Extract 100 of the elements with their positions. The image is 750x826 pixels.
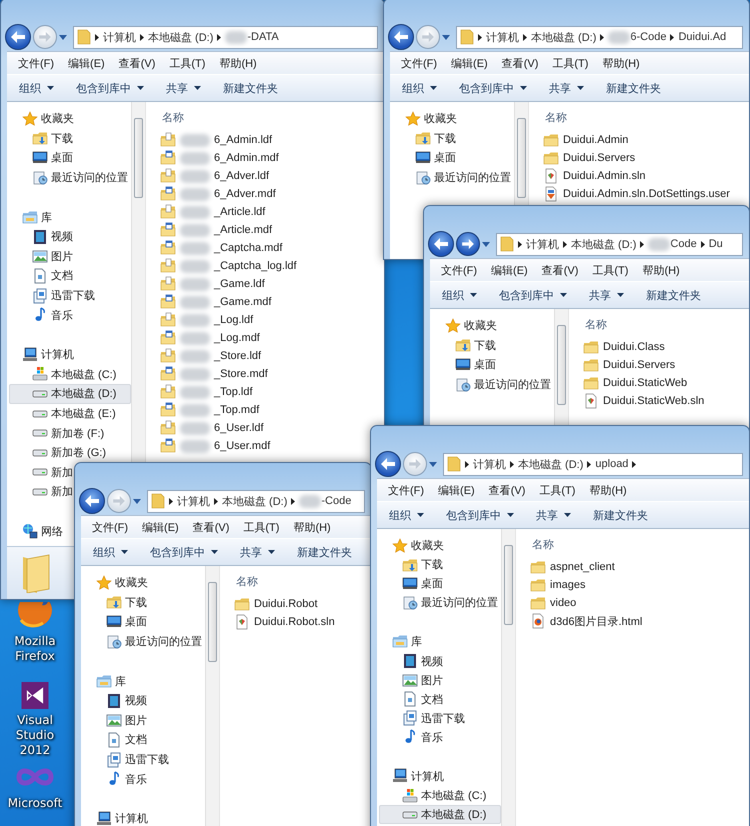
chevron-icon[interactable] xyxy=(478,34,482,40)
nav-item[interactable]: 网络 xyxy=(21,522,64,542)
toolbar-button[interactable]: 组织 xyxy=(442,288,477,302)
nav-item[interactable]: 最近访问的位置 xyxy=(401,593,499,612)
desktop-icon-label[interactable]: Mozilla Firefox xyxy=(0,634,70,664)
file-item[interactable]: _Log.mdf xyxy=(160,329,260,347)
file-item[interactable]: images xyxy=(530,576,586,594)
file-item[interactable]: 6_Adver.ldf xyxy=(160,167,270,185)
menu-item[interactable]: 编辑(E) xyxy=(484,262,535,278)
address-bar[interactable]: 计算机 本地磁盘 (D:) Code Du xyxy=(496,232,743,256)
desktop-icon-label[interactable]: Visual Studio 2012 xyxy=(0,713,70,758)
breadcrumb-item[interactable]: 6-Code xyxy=(608,30,666,44)
menu-item[interactable]: 帮助(H) xyxy=(286,520,338,534)
nav-item[interactable]: 桌面 xyxy=(414,148,457,168)
file-item[interactable]: Duidui.Admin xyxy=(543,131,628,149)
menu-item[interactable]: 工具(T) xyxy=(162,56,212,70)
back-button[interactable] xyxy=(375,451,401,477)
chevron-icon[interactable] xyxy=(563,240,567,248)
toolbar-button[interactable]: 共享 xyxy=(240,544,275,560)
chevron-icon[interactable] xyxy=(140,34,144,40)
file-item[interactable]: Duidui.StaticWeb.sln xyxy=(583,392,704,410)
toolbar-button[interactable]: 组织 xyxy=(402,80,437,96)
nav-item[interactable]: 视频 xyxy=(401,651,444,671)
file-item[interactable]: _Game.ldf xyxy=(160,275,265,293)
menu-item[interactable]: 查看(V) xyxy=(186,520,236,534)
nav-item[interactable]: 本地磁盘 (E:) xyxy=(31,404,117,424)
nav-item[interactable]: 新加卷 (G:) xyxy=(31,442,107,462)
nav-item[interactable]: 图片 xyxy=(401,670,444,690)
chevron-icon[interactable] xyxy=(214,498,218,504)
chevron-icon[interactable] xyxy=(518,240,522,248)
nav-item[interactable]: 收藏夹 xyxy=(444,316,498,336)
menu-item[interactable]: 查看(V) xyxy=(482,482,532,498)
nav-item[interactable]: 计算机 xyxy=(95,808,149,826)
chevron-icon[interactable] xyxy=(291,498,296,504)
toolbar-button[interactable]: 新建文件夹 xyxy=(593,508,648,522)
file-item[interactable]: _Top.mdf xyxy=(160,401,260,419)
scrollbar-thumb[interactable] xyxy=(504,545,513,625)
file-item[interactable]: _Article.mdf xyxy=(160,221,272,239)
nav-item[interactable]: 下载 xyxy=(454,336,497,356)
file-item[interactable]: 6_Admin.ldf xyxy=(160,131,272,149)
nav-item[interactable]: 计算机 xyxy=(21,344,75,365)
nav-item[interactable]: 计算机 xyxy=(391,766,445,786)
toolbar-button[interactable]: 新建文件夹 xyxy=(646,288,701,302)
column-header[interactable]: 名称 xyxy=(234,570,260,592)
back-button[interactable] xyxy=(79,488,105,514)
toolbar-button[interactable]: 包含到库中 xyxy=(499,288,567,302)
file-item[interactable]: aspnet_client xyxy=(530,558,615,576)
chevron-icon[interactable] xyxy=(670,34,674,40)
chevron-icon[interactable] xyxy=(600,34,604,40)
file-item[interactable]: _Game.mdf xyxy=(160,293,272,311)
menu-item[interactable]: 工具(T) xyxy=(532,482,582,498)
nav-item[interactable]: 下载 xyxy=(414,128,457,148)
menu-item[interactable]: 帮助(H) xyxy=(595,56,647,70)
menu-item[interactable]: 工具(T) xyxy=(236,520,286,534)
caret-icon[interactable] xyxy=(133,498,141,504)
file-item[interactable]: 6_Admin.mdf xyxy=(160,149,279,167)
breadcrumb-item[interactable]: upload xyxy=(595,458,628,470)
chevron-icon[interactable] xyxy=(510,460,514,468)
breadcrumb-item[interactable]: -Code xyxy=(299,494,352,508)
file-item[interactable]: _Captcha.mdf xyxy=(160,239,282,257)
back-button[interactable] xyxy=(388,24,414,50)
file-item[interactable]: Duidui.Robot.sln xyxy=(234,613,335,631)
file-item[interactable]: Duidui.Servers xyxy=(543,149,636,167)
nav-item[interactable]: 新加 xyxy=(31,462,74,482)
chevron-icon[interactable] xyxy=(587,460,592,468)
caret-icon[interactable] xyxy=(59,34,67,40)
caret-icon[interactable] xyxy=(482,242,490,246)
chevron-icon[interactable] xyxy=(523,34,527,40)
menu-item[interactable]: 工具(T) xyxy=(545,56,596,70)
file-item[interactable]: video xyxy=(530,594,576,612)
scrollbar-thumb[interactable] xyxy=(557,325,566,405)
menu-item[interactable]: 查看(V) xyxy=(534,262,586,278)
scrollbar-thumb[interactable] xyxy=(208,582,217,662)
nav-item[interactable]: 音乐 xyxy=(31,305,74,325)
file-item[interactable]: d3d6图片目录.html xyxy=(530,612,642,630)
file-item[interactable]: 6_User.mdf xyxy=(160,437,270,455)
breadcrumb-item[interactable]: 计算机 xyxy=(486,30,519,44)
breadcrumb-item[interactable]: 本地磁盘 (D:) xyxy=(518,456,584,472)
toolbar-button[interactable]: 组织 xyxy=(19,80,54,96)
nav-item[interactable]: 桌面 xyxy=(454,355,497,375)
file-item[interactable]: Duidui.Admin.sln xyxy=(543,167,646,185)
address-bar[interactable]: 计算机 本地磁盘 (D:) 6-Code Duidui.Ad xyxy=(456,26,743,48)
chevron-icon[interactable] xyxy=(217,34,222,40)
file-item[interactable]: _Top.ldf xyxy=(160,383,253,401)
nav-item[interactable]: 收藏夹 xyxy=(391,536,445,556)
chevron-icon[interactable] xyxy=(465,460,469,468)
address-bar[interactable]: 计算机 本地磁盘 (D:) upload xyxy=(443,452,743,476)
menu-item[interactable]: 编辑(E) xyxy=(61,56,112,70)
nav-item[interactable]: 最近访问的位置 xyxy=(414,168,512,188)
menu-item[interactable]: 查看(V) xyxy=(112,56,162,70)
caret-icon[interactable] xyxy=(429,462,437,466)
nav-item[interactable]: 下载 xyxy=(105,592,148,612)
file-item[interactable]: Duidui.Class xyxy=(583,338,665,356)
caret-icon[interactable] xyxy=(442,34,450,40)
nav-item[interactable]: 文档 xyxy=(401,690,444,709)
chevron-icon[interactable] xyxy=(700,240,705,248)
menu-item[interactable]: 文件(F) xyxy=(434,262,484,278)
menu-item[interactable]: 文件(F) xyxy=(381,482,432,498)
toolbar-button[interactable]: 组织 xyxy=(93,544,128,560)
nav-item[interactable]: 本地磁盘 (D:) xyxy=(9,384,131,404)
